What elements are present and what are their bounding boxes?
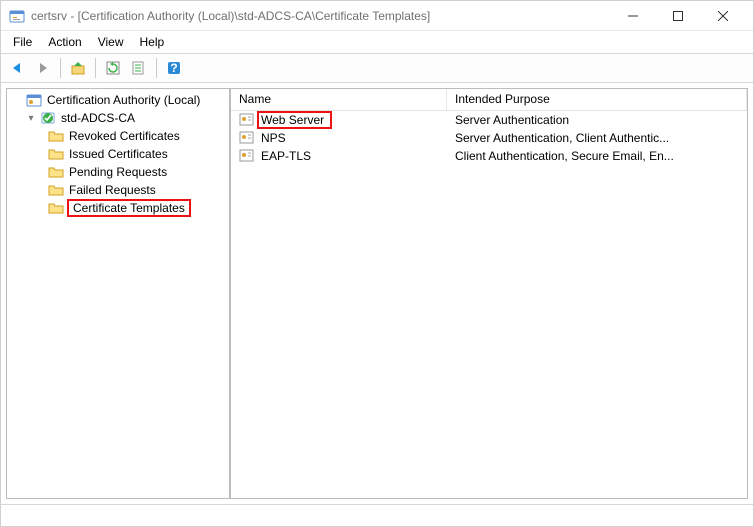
close-button[interactable] xyxy=(700,2,745,30)
column-header-name[interactable]: Name xyxy=(231,89,447,110)
export-list-button[interactable] xyxy=(127,56,151,80)
folder-icon xyxy=(48,128,64,144)
tree-label: Revoked Certificates xyxy=(67,129,182,143)
window-controls xyxy=(610,2,745,30)
folder-icon xyxy=(48,164,64,180)
tree-label: Failed Requests xyxy=(67,183,158,197)
main-content: Certification Authority (Local) ▾ std-AD… xyxy=(6,88,748,499)
certificate-template-icon xyxy=(239,112,255,128)
tree-item-failed[interactable]: Failed Requests xyxy=(7,181,229,199)
folder-icon xyxy=(48,200,64,216)
certificate-template-icon xyxy=(239,130,255,146)
tree-ca-node[interactable]: ▾ std-ADCS-CA xyxy=(7,109,229,127)
toolbar-separator xyxy=(156,58,157,78)
tree-item-pending[interactable]: Pending Requests xyxy=(7,163,229,181)
tree-item-templates[interactable]: Certificate Templates xyxy=(7,199,229,217)
list-row[interactable]: NPS Server Authentication, Client Authen… xyxy=(231,129,747,147)
tree-label: std-ADCS-CA xyxy=(59,111,137,125)
menu-help[interactable]: Help xyxy=(132,33,173,51)
help-button[interactable]: ? xyxy=(162,56,186,80)
list-cell-purpose: Server Authentication xyxy=(447,113,747,127)
refresh-button[interactable] xyxy=(101,56,125,80)
toolbar-separator xyxy=(95,58,96,78)
toolbar: ? xyxy=(1,53,753,83)
ca-ok-icon xyxy=(40,110,56,126)
menu-file[interactable]: File xyxy=(5,33,40,51)
tree-label: Pending Requests xyxy=(67,165,169,179)
tree-label: Issued Certificates xyxy=(67,147,170,161)
tree-item-revoked[interactable]: Revoked Certificates xyxy=(7,127,229,145)
list-cell-name: Web Server xyxy=(257,111,332,129)
window-title: certsrv - [Certification Authority (Loca… xyxy=(31,9,610,23)
maximize-button[interactable] xyxy=(655,2,700,30)
tree-label: Certification Authority (Local) xyxy=(45,93,202,107)
list-row[interactable]: EAP-TLS Client Authentication, Secure Em… xyxy=(231,147,747,165)
app-icon xyxy=(9,8,25,24)
list-pane: Name Intended Purpose Web Server Server … xyxy=(231,89,747,498)
forward-button[interactable] xyxy=(31,56,55,80)
list-row[interactable]: Web Server Server Authentication xyxy=(231,111,747,129)
menu-action[interactable]: Action xyxy=(40,33,89,51)
menu-view[interactable]: View xyxy=(90,33,132,51)
minimize-button[interactable] xyxy=(610,2,655,30)
tree-pane[interactable]: Certification Authority (Local) ▾ std-AD… xyxy=(7,89,231,498)
tree-root[interactable]: Certification Authority (Local) xyxy=(7,91,229,109)
list-cell-name: NPS xyxy=(259,131,288,145)
list-cell-name: EAP-TLS xyxy=(259,149,313,163)
title-bar: certsrv - [Certification Authority (Loca… xyxy=(1,1,753,31)
ca-console-icon xyxy=(26,92,42,108)
toolbar-separator xyxy=(60,58,61,78)
svg-text:?: ? xyxy=(170,61,177,75)
up-button[interactable] xyxy=(66,56,90,80)
status-bar xyxy=(1,504,753,526)
list-header: Name Intended Purpose xyxy=(231,89,747,111)
tree-label: Certificate Templates xyxy=(67,199,191,217)
tree-item-issued[interactable]: Issued Certificates xyxy=(7,145,229,163)
certificate-template-icon xyxy=(239,148,255,164)
folder-icon xyxy=(48,146,64,162)
list-body[interactable]: Web Server Server Authentication NPS Ser… xyxy=(231,111,747,498)
back-button[interactable] xyxy=(5,56,29,80)
column-header-purpose[interactable]: Intended Purpose xyxy=(447,89,747,110)
expand-icon[interactable] xyxy=(11,95,23,106)
menu-bar: File Action View Help xyxy=(1,31,753,53)
list-cell-purpose: Client Authentication, Secure Email, En.… xyxy=(447,149,747,163)
collapse-icon[interactable]: ▾ xyxy=(25,113,37,124)
list-cell-purpose: Server Authentication, Client Authentic.… xyxy=(447,131,747,145)
folder-icon xyxy=(48,182,64,198)
